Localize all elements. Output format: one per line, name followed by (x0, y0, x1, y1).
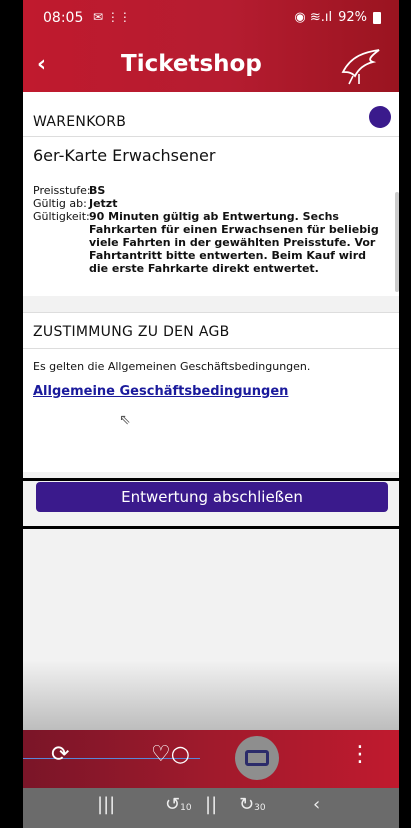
divider (23, 136, 399, 137)
battery-icon (373, 11, 381, 24)
battery-level: 92% (338, 10, 367, 25)
frame-left (0, 0, 23, 828)
status-right: ◉ ≋.ıl 92% (294, 10, 381, 25)
frame-right (399, 0, 411, 828)
detail-value: Jetzt (89, 197, 118, 210)
rewind-icon[interactable]: ↺10 (165, 794, 192, 815)
band-line-bottom (0, 526, 411, 529)
status-time: 08:05 (43, 10, 84, 26)
ticket-icon (245, 750, 269, 766)
status-bar: 08:05 ✉ ⋮⋮ ◉ ≋.ıl 92% (23, 0, 399, 40)
detail-key: Gültigkeit: (33, 210, 90, 223)
content-card: WARENKORB 6er-Karte Erwachsener Preisstu… (23, 92, 399, 472)
pointer-cursor-icon: ⇖ (119, 412, 131, 428)
phone-screen: 08:05 ✉ ⋮⋮ ◉ ≋.ıl 92% ‹ Ticketshop WAREN… (23, 0, 399, 828)
bottom-fade (23, 660, 399, 730)
product-name: 6er-Karte Erwachsener (33, 146, 216, 165)
detail-row: Gültigkeit: 90 Minuten gültig ab Entwert… (33, 210, 383, 275)
bottom-nav: ⟳ ♡○ ⋮ (23, 730, 399, 788)
rewind-symbol: ↺ (165, 794, 181, 815)
account-avatar-icon[interactable] (369, 106, 391, 128)
agb-header: ZUSTIMMUNG ZU DEN AGB (33, 324, 230, 340)
forward-label: 30 (254, 803, 266, 813)
back-button[interactable]: ‹ (37, 52, 46, 77)
band-line-top (0, 478, 411, 481)
app-bar: ‹ Ticketshop (23, 40, 399, 92)
forward-icon[interactable]: ↻30 (239, 794, 266, 815)
nav-favorites-icon[interactable]: ♡○ (151, 742, 190, 767)
divider (23, 348, 399, 349)
forward-symbol: ↻ (239, 794, 255, 815)
top-bar: 08:05 ✉ ⋮⋮ ◉ ≋.ıl 92% ‹ Ticketshop (23, 0, 399, 92)
detail-key: Preisstufe: (33, 184, 91, 197)
rewind-label: 10 (180, 803, 192, 813)
detail-row: Preisstufe: BS (33, 184, 383, 197)
recent-apps-icon[interactable]: ||| (97, 794, 115, 815)
ticket-details: Preisstufe: BS Gültig ab: Jetzt Gültigke… (33, 184, 383, 275)
scrollbar[interactable] (395, 192, 399, 292)
detail-key: Gültig ab: (33, 197, 87, 210)
pause-icon[interactable]: || (205, 794, 217, 815)
nav-refresh-icon[interactable]: ⟳ (51, 742, 69, 767)
brand-logo-icon (341, 49, 380, 85)
detail-value: 90 Minuten gültig ab Entwertung. Sechs F… (89, 210, 379, 275)
back-nav-icon[interactable]: ‹ (313, 794, 320, 815)
nav-more-icon[interactable]: ⋮ (349, 742, 371, 767)
divider (23, 312, 399, 313)
section-gap (23, 296, 399, 312)
action-area: Entwertung abschließen (23, 472, 399, 532)
agb-text: Es gelten die Allgemeinen Geschäftsbedin… (33, 360, 311, 373)
cart-header: WARENKORB (33, 114, 127, 130)
nav-ticket-button[interactable] (235, 736, 279, 780)
signal-icon: ◉ ≋.ıl (294, 10, 333, 25)
notification-icons: ✉ ⋮⋮ (93, 10, 131, 24)
agb-link[interactable]: Allgemeine Geschäftsbedingungen (33, 384, 288, 399)
finish-validation-button[interactable]: Entwertung abschließen (36, 482, 388, 512)
detail-row: Gültig ab: Jetzt (33, 197, 383, 210)
page-title: Ticketshop (121, 51, 262, 77)
system-nav-bar: ||| ↺10 || ↻30 ‹ (23, 788, 399, 828)
detail-value: BS (89, 184, 106, 197)
